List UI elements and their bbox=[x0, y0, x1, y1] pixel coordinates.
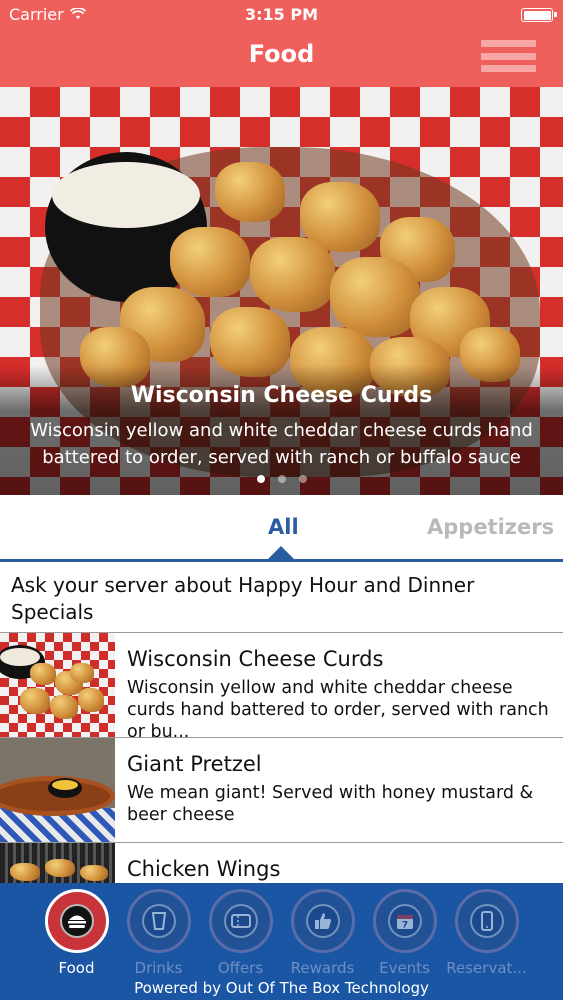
burger-icon bbox=[48, 892, 106, 950]
menu-item[interactable]: Giant Pretzel We mean giant! Served with… bbox=[0, 738, 563, 842]
menu-item-description: Wisconsin yellow and white cheddar chees… bbox=[127, 678, 549, 742]
brewery-badge bbox=[209, 889, 273, 953]
menu-item-title: Chicken Wings bbox=[127, 857, 281, 881]
hero-title: Wisconsin Cheese Curds bbox=[130, 383, 433, 408]
tab-label: Reservat... bbox=[446, 959, 527, 977]
glass-icon bbox=[130, 892, 188, 950]
menu-item[interactable]: Wisconsin Cheese Curds Wisconsin yellow … bbox=[0, 633, 563, 742]
carousel-page-indicator[interactable] bbox=[0, 475, 563, 483]
battery-icon bbox=[521, 8, 557, 22]
phone-icon bbox=[458, 892, 516, 950]
menu-item-title: Giant Pretzel bbox=[127, 752, 262, 776]
pretzel-thumbnail bbox=[0, 738, 115, 842]
cheese-curds-thumbnail bbox=[0, 633, 115, 737]
tab-drinks[interactable]: Drinks bbox=[118, 889, 199, 979]
nav-header: Carrier 3:15 PM Food bbox=[0, 0, 563, 87]
tab-offers[interactable]: Offers bbox=[200, 889, 281, 979]
featured-carousel[interactable]: Wisconsin Cheese Curds Wisconsin yellow … bbox=[0, 87, 563, 495]
tab-reservations[interactable]: Reservat... bbox=[446, 889, 527, 979]
category-tabs: All Appetizers bbox=[0, 495, 563, 562]
brewery-badge bbox=[127, 889, 191, 953]
carousel-dot[interactable] bbox=[256, 475, 265, 483]
ticket-icon bbox=[212, 892, 270, 950]
calendar-icon: 7 bbox=[376, 892, 434, 950]
tab-label: Offers bbox=[217, 959, 264, 977]
tab-rewards[interactable]: Rewards bbox=[282, 889, 363, 979]
powered-by-footer: Powered by Out Of The Box Technology bbox=[134, 979, 429, 997]
tab-label: Drinks bbox=[134, 959, 183, 977]
carousel-dot[interactable] bbox=[298, 475, 307, 483]
menu-line bbox=[481, 52, 536, 60]
menu-line bbox=[481, 65, 536, 72]
menu-item-description: We mean giant! Served with honey mustard… bbox=[127, 783, 534, 825]
brewery-badge: 7 bbox=[373, 889, 437, 953]
brewery-badge bbox=[455, 889, 519, 953]
menu-line bbox=[481, 40, 536, 47]
tab-all[interactable]: All bbox=[268, 515, 299, 539]
brewery-badge bbox=[45, 889, 109, 953]
page-title: Food bbox=[248, 40, 315, 68]
tab-selected-indicator bbox=[267, 546, 295, 560]
tab-appetizers[interactable]: Appetizers bbox=[427, 515, 554, 539]
tab-food[interactable]: Food bbox=[36, 889, 117, 979]
status-bar: Carrier 3:15 PM bbox=[0, 0, 563, 30]
carousel-dot[interactable] bbox=[277, 475, 286, 483]
clock: 3:15 PM bbox=[244, 5, 318, 24]
tab-label: Rewards bbox=[290, 959, 355, 977]
menu-item-title: Wisconsin Cheese Curds bbox=[127, 647, 384, 671]
tab-label: Food bbox=[58, 959, 95, 977]
tab-events[interactable]: 7 Events bbox=[364, 889, 445, 979]
brewery-badge bbox=[291, 889, 355, 953]
svg-text:7: 7 bbox=[402, 921, 408, 931]
thumbs-up-icon bbox=[294, 892, 352, 950]
happy-hour-notice: Ask your server about Happy Hour and Din… bbox=[11, 573, 475, 624]
hamburger-menu-button[interactable] bbox=[481, 40, 536, 72]
hero-description: Wisconsin yellow and white cheddar chees… bbox=[30, 420, 533, 468]
bottom-tab-bar: Food Drinks Offers Rewards 7 Events Rese… bbox=[0, 883, 563, 1000]
tab-label: Events bbox=[379, 959, 430, 977]
